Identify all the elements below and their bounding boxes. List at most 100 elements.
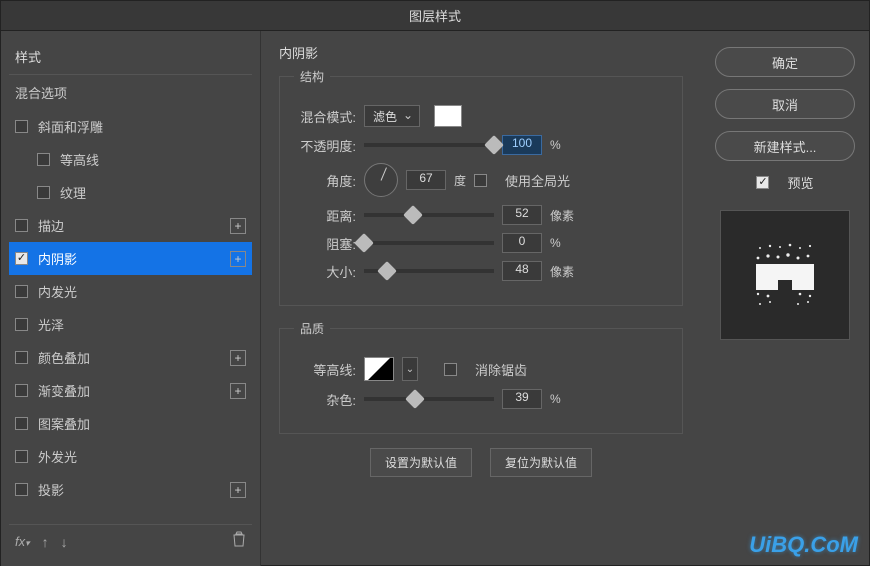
cancel-button[interactable]: 取消 — [715, 89, 855, 119]
opacity-label: 不透明度: — [294, 136, 356, 155]
style-checkbox[interactable] — [15, 318, 28, 331]
global-light-checkbox[interactable] — [474, 174, 487, 187]
style-item-0[interactable]: 斜面和浮雕 — [9, 110, 252, 143]
set-default-button[interactable]: 设置为默认值 — [370, 448, 472, 477]
style-checkbox[interactable] — [15, 417, 28, 430]
style-checkbox[interactable] — [15, 483, 28, 496]
plus-icon[interactable]: + — [230, 383, 246, 399]
layer-style-dialog: 图层样式 样式 混合选项 斜面和浮雕等高线纹理描边+内阴影+内发光光泽颜色叠加+… — [0, 0, 870, 566]
style-checkbox[interactable] — [15, 219, 28, 232]
opacity-input[interactable]: 100 — [502, 135, 542, 155]
style-item-11[interactable]: 投影 + — [9, 473, 252, 506]
right-column: 确定 取消 新建样式... 预览 — [701, 31, 869, 566]
plus-icon[interactable]: + — [230, 251, 246, 267]
distance-input[interactable]: 52 — [502, 205, 542, 225]
style-label: 外发光 — [38, 447, 77, 466]
style-checkbox[interactable] — [15, 120, 28, 133]
slider-thumb[interactable] — [377, 261, 397, 281]
preview-toggle[interactable]: 预览 — [756, 173, 813, 192]
contour-label: 等高线: — [294, 360, 356, 379]
style-item-10[interactable]: 外发光 — [9, 440, 252, 473]
slider-thumb[interactable] — [405, 389, 425, 409]
style-item-6[interactable]: 光泽 — [9, 308, 252, 341]
style-checkbox[interactable] — [15, 450, 28, 463]
choke-input[interactable]: 0 — [502, 233, 542, 253]
quality-group: 品质 等高线: ⌄ 消除锯齿 杂色: 39 % — [279, 320, 683, 434]
distance-label: 距离: — [294, 206, 356, 225]
style-label: 内发光 — [38, 282, 77, 301]
angle-dial[interactable] — [364, 163, 398, 197]
style-checkbox[interactable] — [15, 285, 28, 298]
opacity-slider[interactable] — [364, 143, 494, 147]
style-list: 斜面和浮雕等高线纹理描边+内阴影+内发光光泽颜色叠加+渐变叠加+图案叠加外发光投… — [9, 110, 252, 524]
titlebar: 图层样式 — [1, 1, 869, 31]
arrow-up-icon[interactable]: ↑ — [42, 534, 49, 550]
panel-title: 内阴影 — [279, 43, 683, 62]
preview-checkbox[interactable] — [756, 176, 769, 189]
angle-input[interactable]: 67 — [406, 170, 446, 190]
opacity-unit: % — [550, 138, 561, 152]
choke-slider[interactable] — [364, 241, 494, 245]
trash-icon[interactable] — [232, 531, 246, 552]
angle-label: 角度: — [294, 171, 356, 190]
style-item-4[interactable]: 内阴影+ — [9, 242, 252, 275]
style-item-2[interactable]: 纹理 — [9, 176, 252, 209]
style-checkbox[interactable] — [37, 153, 50, 166]
style-item-9[interactable]: 图案叠加 — [9, 407, 252, 440]
watermark: UiBQ.CoM — [749, 532, 858, 558]
style-label: 颜色叠加 — [38, 348, 90, 367]
style-checkbox[interactable] — [15, 384, 28, 397]
noise-unit: % — [550, 392, 561, 406]
angle-unit: 度 — [454, 172, 466, 189]
ok-button[interactable]: 确定 — [715, 47, 855, 77]
blend-options[interactable]: 混合选项 — [9, 74, 252, 110]
distance-slider[interactable] — [364, 213, 494, 217]
style-item-8[interactable]: 渐变叠加 + — [9, 374, 252, 407]
slider-thumb[interactable] — [403, 205, 423, 225]
style-label: 渐变叠加 — [38, 381, 90, 400]
dialog-title: 图层样式 — [409, 6, 461, 25]
style-item-3[interactable]: 描边 + — [9, 209, 252, 242]
style-checkbox[interactable] — [15, 351, 28, 364]
main-panel: 内阴影 结构 混合模式: 滤色 不透明度: 100 % 角度: 6 — [261, 31, 701, 566]
style-checkbox[interactable] — [37, 186, 50, 199]
blend-mode-select[interactable]: 滤色 — [364, 105, 420, 127]
noise-label: 杂色: — [294, 390, 356, 409]
plus-icon[interactable]: + — [230, 350, 246, 366]
opacity-row: 不透明度: 100 % — [294, 135, 668, 155]
style-item-1[interactable]: 等高线 — [9, 143, 252, 176]
style-label: 投影 — [38, 480, 64, 499]
style-label: 描边 — [38, 216, 64, 235]
antialias-checkbox[interactable] — [444, 363, 457, 376]
blend-mode-label: 混合模式: — [294, 107, 356, 126]
style-label: 斜面和浮雕 — [38, 117, 103, 136]
preview-label: 预览 — [787, 173, 813, 192]
choke-unit: % — [550, 236, 561, 250]
preview-box — [720, 210, 850, 340]
plus-icon[interactable]: + — [230, 218, 246, 234]
default-buttons: 设置为默认值 复位为默认值 — [279, 448, 683, 477]
blend-mode-row: 混合模式: 滤色 — [294, 105, 668, 127]
style-label: 纹理 — [60, 183, 86, 202]
sidebar: 样式 混合选项 斜面和浮雕等高线纹理描边+内阴影+内发光光泽颜色叠加+渐变叠加+… — [1, 31, 261, 566]
reset-default-button[interactable]: 复位为默认值 — [490, 448, 592, 477]
style-item-5[interactable]: 内发光 — [9, 275, 252, 308]
noise-slider[interactable] — [364, 397, 494, 401]
new-style-button[interactable]: 新建样式... — [715, 131, 855, 161]
global-light-label: 使用全局光 — [505, 171, 570, 190]
style-label: 等高线 — [60, 150, 99, 169]
contour-dropdown[interactable]: ⌄ — [402, 357, 418, 381]
noise-input[interactable]: 39 — [502, 389, 542, 409]
arrow-down-icon[interactable]: ↓ — [61, 534, 68, 550]
contour-swatch[interactable] — [364, 357, 394, 381]
slider-thumb[interactable] — [484, 135, 504, 155]
size-input[interactable]: 48 — [502, 261, 542, 281]
slider-thumb[interactable] — [354, 233, 374, 253]
style-item-7[interactable]: 颜色叠加 + — [9, 341, 252, 374]
color-swatch[interactable] — [434, 105, 462, 127]
size-slider[interactable] — [364, 269, 494, 273]
distance-row: 距离: 52 像素 — [294, 205, 668, 225]
style-checkbox[interactable] — [15, 252, 28, 265]
plus-icon[interactable]: + — [230, 482, 246, 498]
fx-icon[interactable]: fx▾ — [15, 534, 30, 549]
